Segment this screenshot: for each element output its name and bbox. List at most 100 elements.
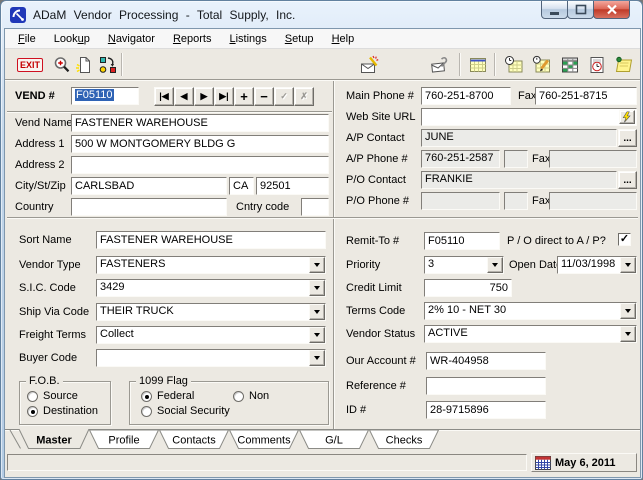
tab-master[interactable]: Master (19, 429, 89, 449)
flag1099-non-radio[interactable] (233, 391, 244, 402)
po-fax-field[interactable] (549, 192, 637, 210)
table-grid-button[interactable] (557, 52, 583, 77)
nav-insert-button[interactable]: + (234, 87, 254, 106)
buyer-code-combo[interactable] (96, 349, 326, 367)
compose-mail-button[interactable] (357, 52, 383, 77)
flag1099-social-security-label[interactable]: Social Security (157, 405, 230, 417)
fob-source-label[interactable]: Source (43, 390, 78, 402)
po-direct-checkbox[interactable]: ✓ (618, 233, 631, 246)
country-field[interactable] (71, 198, 227, 216)
navigator-button[interactable] (95, 52, 121, 77)
po-contact-field[interactable]: FRANKIE (421, 171, 617, 189)
terms-code-combo[interactable]: 2% 10 - NET 30 (424, 302, 637, 320)
nav-next-button[interactable]: ▶ (194, 87, 214, 106)
tab-comments[interactable]: Comments (230, 430, 299, 449)
dropdown-arrow-icon[interactable] (620, 326, 636, 342)
flag1099-federal-radio[interactable] (141, 391, 152, 402)
nav-cancel-button[interactable]: ✗ (294, 87, 314, 106)
vendor-type-label: Vendor Type (19, 259, 81, 271)
address2-field[interactable] (71, 156, 329, 174)
po-contact-lookup-button[interactable]: ... (618, 171, 637, 189)
main-fax-field[interactable] (535, 87, 637, 105)
menu-file[interactable]: File (9, 31, 45, 47)
remit-to-field[interactable] (424, 232, 500, 250)
web-launch-button[interactable] (619, 110, 635, 124)
web-url-field[interactable] (421, 108, 637, 126)
table-edit-button[interactable] (529, 52, 555, 77)
menu-listings[interactable]: Listings (220, 31, 275, 47)
flag1099-federal-label[interactable]: Federal (157, 390, 194, 402)
city-field[interactable] (71, 177, 227, 195)
flag1099-non-label[interactable]: Non (249, 390, 269, 402)
nav-first-button[interactable]: |◀ (154, 87, 174, 106)
ap-phone-field[interactable]: 760-251-2587 (421, 150, 500, 168)
dropdown-arrow-icon[interactable] (309, 257, 325, 273)
dropdown-arrow-icon[interactable] (309, 350, 325, 366)
app-icon (10, 7, 26, 23)
new-document-button[interactable] (71, 52, 97, 77)
ap-phone-ext-field[interactable] (504, 150, 528, 168)
menu-setup[interactable]: Setup (276, 31, 323, 47)
dropdown-arrow-icon[interactable] (309, 304, 325, 320)
sort-name-field[interactable] (96, 231, 326, 249)
close-button[interactable] (593, 0, 630, 19)
menu-reports[interactable]: Reports (164, 31, 221, 47)
menu-lookup[interactable]: Lookup (45, 31, 99, 47)
maximize-button[interactable] (567, 0, 594, 19)
dropdown-arrow-icon[interactable] (487, 257, 503, 273)
dropdown-arrow-icon[interactable] (309, 327, 325, 343)
reference-field[interactable] (426, 377, 546, 395)
po-direct-label: P / O direct to A / P? (507, 235, 606, 247)
credit-limit-field[interactable] (424, 279, 512, 297)
po-fax-label: Fax (532, 195, 550, 207)
vendor-type-combo[interactable]: FASTENERS (96, 256, 326, 274)
menu-navigator[interactable]: Navigator (99, 31, 164, 47)
dropdown-arrow-icon[interactable] (620, 257, 636, 273)
mail-attachment-button[interactable] (427, 52, 453, 77)
freight-terms-combo[interactable]: Collect (96, 326, 326, 344)
fob-destination-label[interactable]: Destination (43, 405, 98, 417)
id-number-field[interactable] (426, 401, 546, 419)
menu-help[interactable]: Help (323, 31, 364, 47)
priority-combo[interactable]: 3 (424, 256, 504, 274)
address1-field[interactable] (71, 135, 329, 153)
exit-button[interactable]: EXIT (13, 52, 47, 77)
tab-profile[interactable]: Profile (90, 430, 159, 449)
compose-mail-icon (360, 55, 380, 75)
buyer-code-label: Buyer Code (19, 352, 77, 364)
main-phone-field[interactable] (421, 87, 511, 105)
fob-source-radio[interactable] (27, 391, 38, 402)
document-clock-button[interactable] (584, 52, 610, 77)
cntry-code-field[interactable] (301, 198, 329, 216)
tab-gl[interactable]: G/L (300, 430, 369, 449)
nav-last-button[interactable]: ▶| (214, 87, 234, 106)
fob-destination-radio[interactable] (27, 406, 38, 417)
tab-contacts[interactable]: Contacts (160, 430, 229, 449)
ship-via-combo[interactable]: THEIR TRUCK (96, 303, 326, 321)
zip-field[interactable] (256, 177, 329, 195)
ap-contact-lookup-button[interactable]: ... (618, 129, 637, 147)
ap-fax-field[interactable] (549, 150, 637, 168)
minimize-button[interactable] (541, 0, 568, 19)
po-phone-field[interactable] (421, 192, 500, 210)
vendor-status-combo[interactable]: ACTIVE (424, 325, 637, 343)
open-date-combo[interactable]: 11/03/1998 (557, 256, 637, 274)
vend-number-field[interactable]: F05110 (71, 87, 139, 105)
app-window: ADaM Vendor Processing - Total Supply, I… (0, 0, 643, 480)
dropdown-arrow-icon[interactable] (309, 280, 325, 296)
sic-code-combo[interactable]: 3429 (96, 279, 326, 297)
vend-name-field[interactable] (71, 114, 329, 132)
state-field[interactable] (229, 177, 254, 195)
nav-delete-button[interactable]: − (254, 87, 274, 106)
flag1099-social-security-radio[interactable] (141, 406, 152, 417)
tab-checks[interactable]: Checks (370, 430, 439, 449)
dropdown-arrow-icon[interactable] (620, 303, 636, 319)
ap-contact-field[interactable]: JUNE (421, 129, 617, 147)
nav-post-button[interactable]: ✓ (274, 87, 294, 106)
nav-prior-button[interactable]: ◀ (174, 87, 194, 106)
our-account-field[interactable] (426, 352, 546, 370)
sticky-note-button[interactable] (611, 52, 637, 77)
table-clock-button[interactable] (501, 52, 527, 77)
table-button[interactable] (465, 52, 491, 77)
po-phone-ext-field[interactable] (504, 192, 528, 210)
